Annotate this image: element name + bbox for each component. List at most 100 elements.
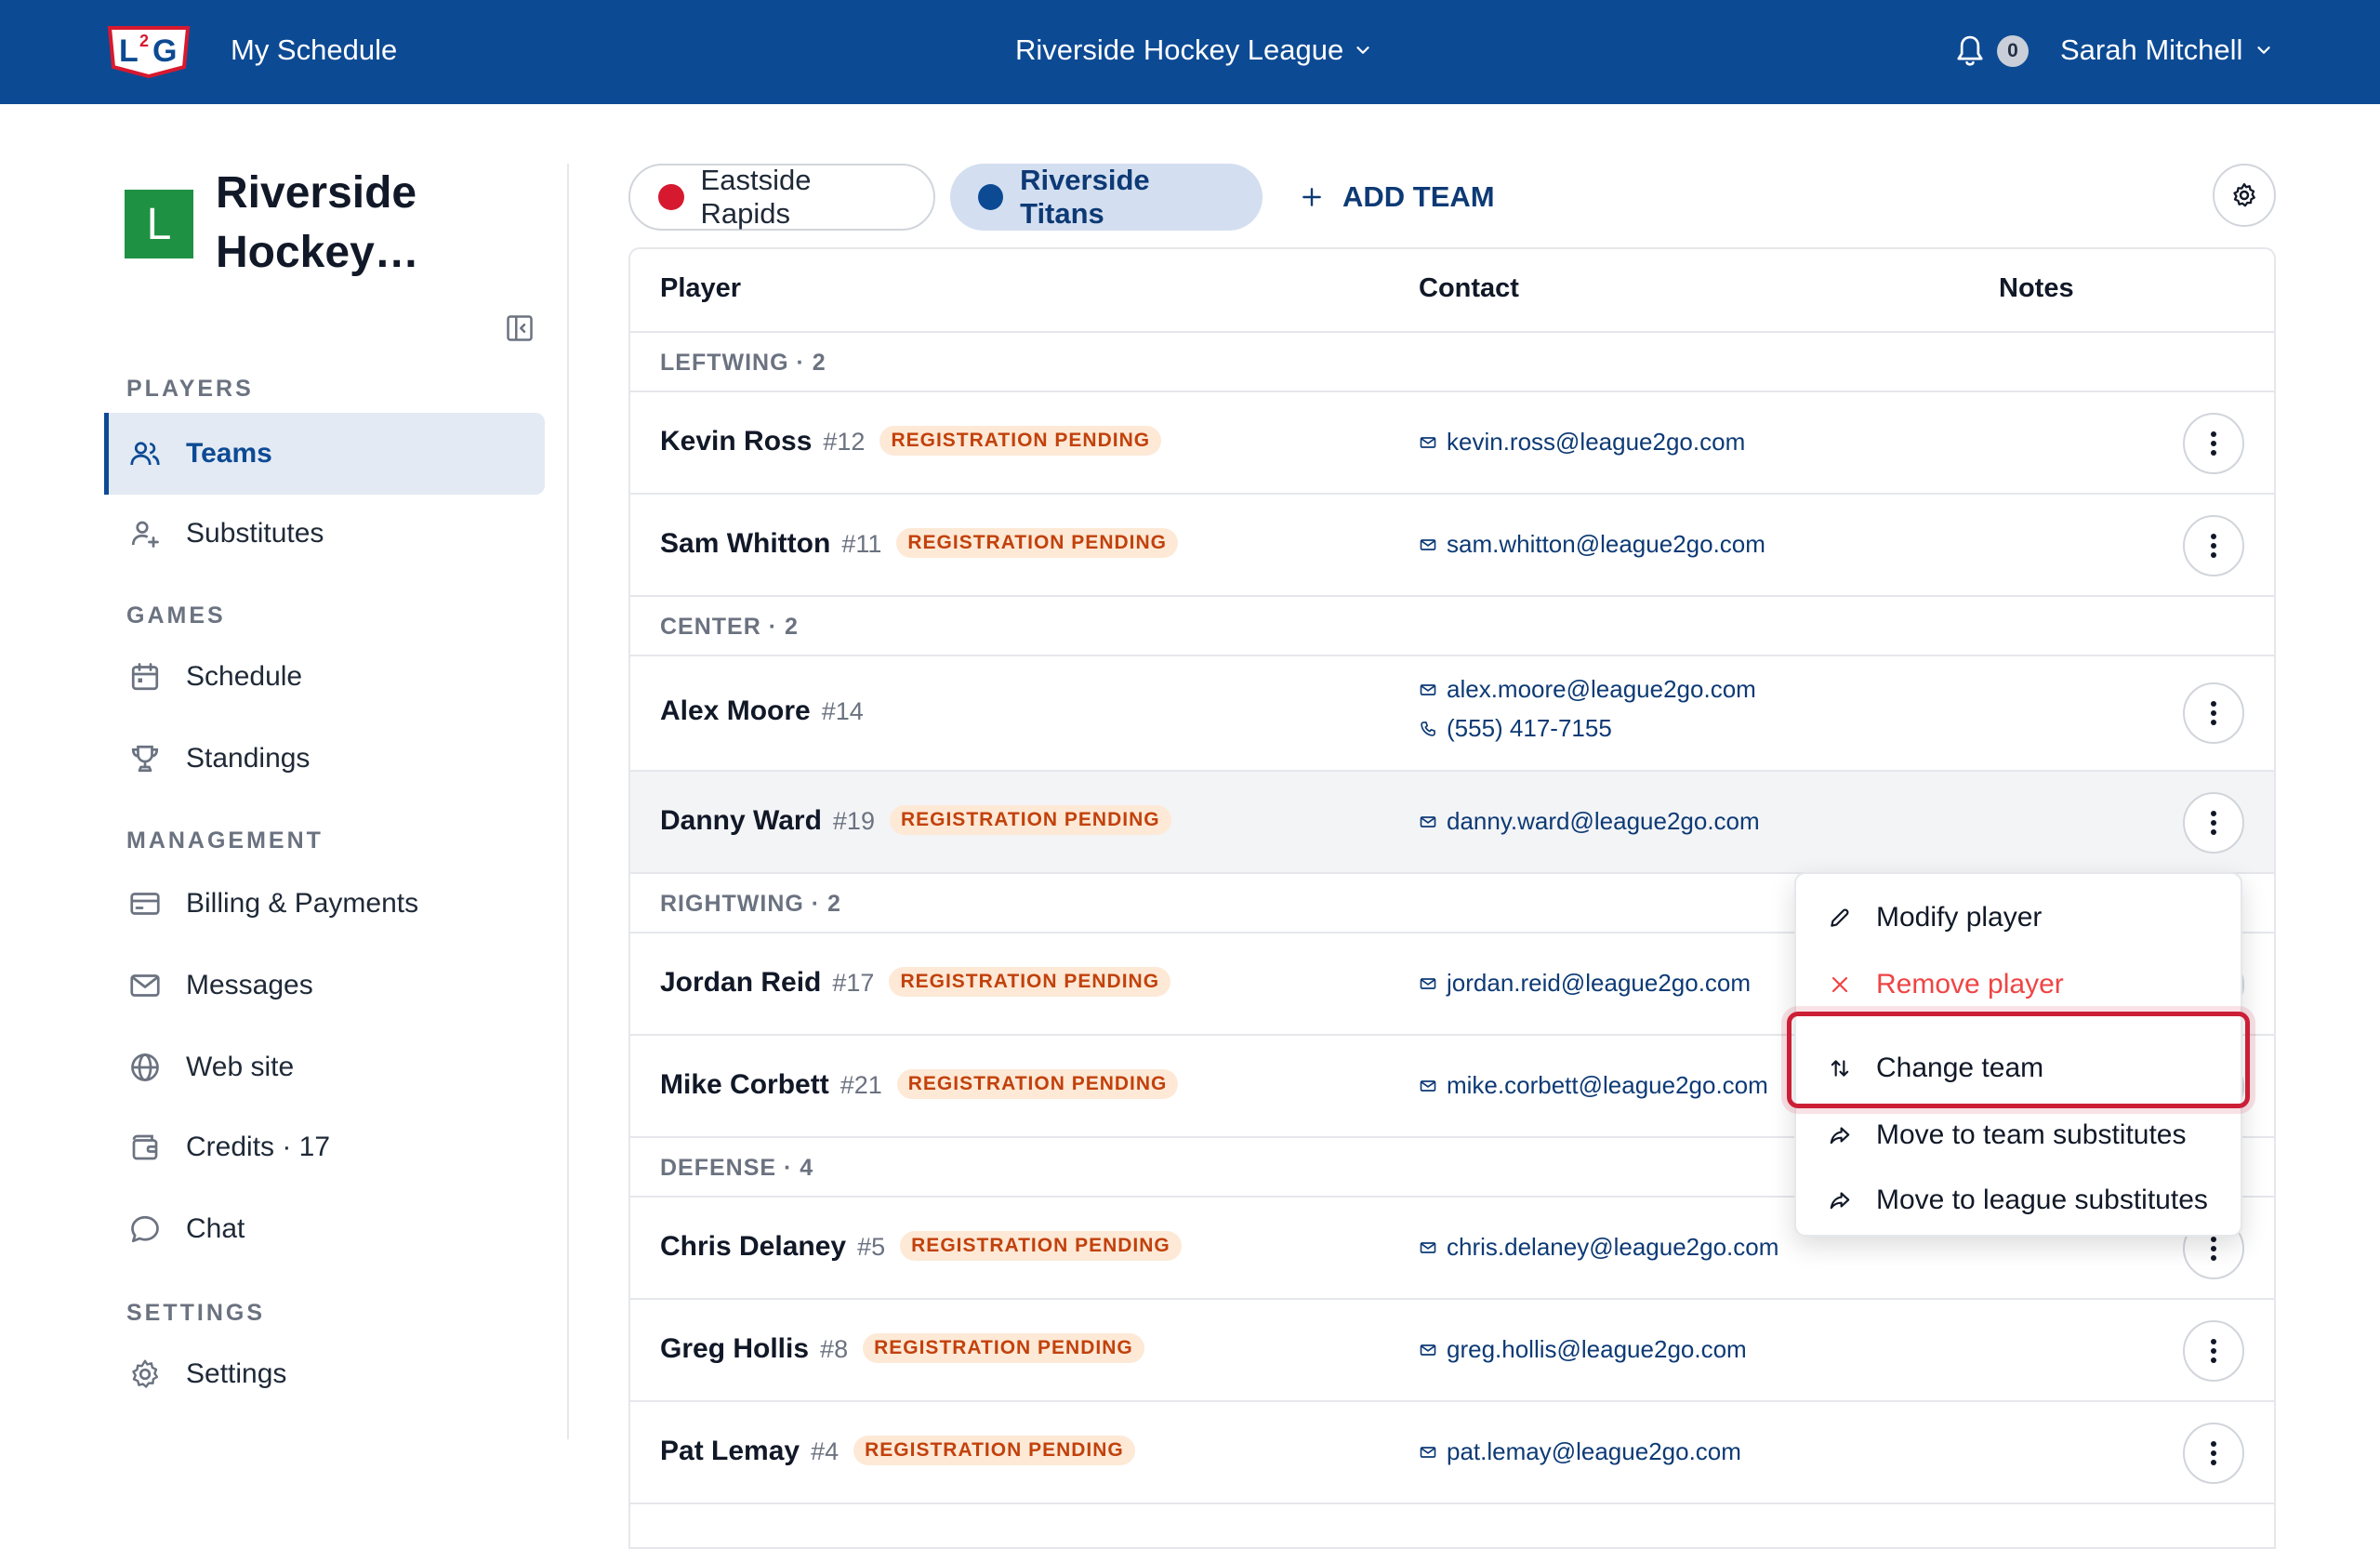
player-name-cell: Kevin Ross #12 REGISTRATION PENDING: [660, 426, 1162, 457]
table-row[interactable]: Danny Ward #19 REGISTRATION PENDING danny.…: [630, 772, 2274, 874]
player-name[interactable]: Alex Moore: [660, 695, 811, 726]
menu-item-modify-player[interactable]: Modify player: [1796, 887, 2241, 948]
league-selector[interactable]: Riverside Hockey League: [1015, 32, 1373, 69]
envelope-icon: [126, 967, 164, 1004]
phone-contact[interactable]: (555) 417-7155: [1419, 714, 1612, 743]
envelope-icon: [1420, 1446, 1436, 1458]
player-name[interactable]: Pat Lemay: [660, 1436, 800, 1466]
row-actions-button[interactable]: [2183, 792, 2244, 854]
top-navigation-bar: L 2 G My Schedule Riverside Hockey Leagu…: [0, 0, 2380, 104]
more-vertical-icon: [2211, 1237, 2216, 1261]
email-address[interactable]: kevin.ross@league2go.com: [1447, 428, 1745, 457]
email-address[interactable]: jordan.reid@league2go.com: [1447, 969, 1751, 998]
player-name[interactable]: Jordan Reid: [660, 967, 821, 998]
email-address[interactable]: sam.whitton@league2go.com: [1447, 530, 1765, 559]
email-contact[interactable]: chris.delaney@league2go.com: [1419, 1233, 1778, 1262]
more-vertical-icon: [2211, 811, 2216, 835]
more-vertical-icon: [2211, 534, 2216, 558]
sidebar-item-website[interactable]: Web site: [104, 1026, 545, 1108]
gear-icon: [126, 1356, 164, 1393]
close-icon: [1826, 971, 1854, 999]
jersey-number: #8: [820, 1335, 849, 1363]
menu-item-label: Modify player: [1876, 902, 2043, 933]
email-contact[interactable]: greg.hollis@league2go.com: [1419, 1335, 1747, 1364]
table-row[interactable]: Kevin Ross #12 REGISTRATION PENDING kevin.…: [630, 392, 2274, 495]
menu-item-label: Move to league substitutes: [1876, 1185, 2208, 1215]
menu-item-change-team[interactable]: Change team: [1796, 1038, 2241, 1099]
email-address[interactable]: chris.delaney@league2go.com: [1447, 1233, 1778, 1262]
sidebar-item-standings[interactable]: Standings: [104, 718, 545, 800]
plus-icon: [1302, 188, 1321, 206]
email-contact[interactable]: kevin.ross@league2go.com: [1419, 428, 1745, 457]
player-name[interactable]: Sam Whitton: [660, 528, 830, 559]
jersey-number: #14: [821, 697, 864, 725]
email-contact[interactable]: danny.ward@league2go.com: [1419, 807, 1760, 836]
more-vertical-icon: [2211, 431, 2216, 456]
envelope-icon: [1420, 683, 1436, 695]
sidebar-item-chat[interactable]: Chat: [104, 1188, 545, 1270]
league-selector-label: Riverside Hockey League: [1015, 33, 1344, 66]
globe-icon: [126, 1049, 164, 1086]
table-row[interactable]: Sam Whitton #11 REGISTRATION PENDING sam.w…: [630, 495, 2274, 597]
chevron-down-icon: [2257, 46, 2271, 54]
tab-riverside-titans[interactable]: Riverside Titans: [950, 164, 1263, 231]
add-team-button[interactable]: ADD TEAM: [1300, 177, 1495, 218]
sidebar-divider: [567, 164, 569, 1439]
chevron-down-icon: [1356, 46, 1369, 54]
email-contact[interactable]: sam.whitton@league2go.com: [1419, 530, 1765, 559]
row-actions-button[interactable]: [2183, 682, 2244, 744]
jersey-number: #5: [857, 1233, 886, 1261]
email-address[interactable]: alex.moore@league2go.com: [1447, 675, 1756, 704]
row-actions-button[interactable]: [2183, 1320, 2244, 1382]
player-name[interactable]: Kevin Ross: [660, 426, 812, 457]
row-actions-button[interactable]: [2183, 413, 2244, 474]
table-header: Player Contact Notes: [630, 249, 2274, 333]
tab-eastside-rapids[interactable]: Eastside Rapids: [628, 164, 935, 231]
player-name[interactable]: Mike Corbett: [660, 1069, 829, 1100]
table-row[interactable]: Pat Lemay #4 REGISTRATION PENDING pat.lema…: [630, 1402, 2274, 1504]
player-name-cell: Greg Hollis #8 REGISTRATION PENDING: [660, 1333, 1144, 1365]
sidebar-item-billing[interactable]: Billing & Payments: [104, 863, 545, 945]
email-address[interactable]: danny.ward@league2go.com: [1447, 807, 1760, 836]
more-vertical-icon: [2211, 701, 2216, 725]
row-actions-button[interactable]: [2183, 1423, 2244, 1484]
gear-icon: [2233, 183, 2255, 207]
phone-number[interactable]: (555) 417-7155: [1447, 714, 1612, 743]
user-menu[interactable]: Sarah Mitchell: [2060, 32, 2274, 69]
sidebar-item-label: Standings: [186, 743, 311, 774]
my-schedule-link[interactable]: My Schedule: [231, 32, 397, 69]
email-contact[interactable]: jordan.reid@league2go.com: [1419, 969, 1751, 998]
email-contact[interactable]: pat.lemay@league2go.com: [1419, 1437, 1741, 1466]
player-name[interactable]: Chris Delaney: [660, 1231, 846, 1262]
sidebar-item-substitutes[interactable]: Substitutes: [104, 493, 545, 575]
collapse-sidebar-icon[interactable]: [506, 314, 534, 342]
envelope-icon: [1420, 1241, 1436, 1253]
player-name-cell: Danny Ward #19 REGISTRATION PENDING: [660, 805, 1171, 837]
menu-item-move-league-substitutes[interactable]: Move to league substitutes: [1796, 1170, 2241, 1231]
table-row[interactable]: Greg Hollis #8 REGISTRATION PENDING greg.h…: [630, 1300, 2274, 1402]
user-plus-icon: [126, 515, 164, 552]
sidebar-item-messages[interactable]: Messages: [104, 945, 545, 1026]
email-address[interactable]: mike.corbett@league2go.com: [1447, 1071, 1768, 1100]
email-contact[interactable]: mike.corbett@league2go.com: [1419, 1071, 1768, 1100]
player-name[interactable]: Greg Hollis: [660, 1333, 809, 1364]
sidebar-item-settings[interactable]: Settings: [104, 1333, 545, 1415]
menu-item-move-team-substitutes[interactable]: Move to team substitutes: [1796, 1105, 2241, 1166]
share-arrow-icon: [1826, 1121, 1854, 1149]
bell-icon[interactable]: [1954, 33, 1986, 69]
player-name[interactable]: Danny Ward: [660, 805, 822, 836]
organization-logo: L: [125, 190, 193, 258]
menu-item-remove-player[interactable]: Remove player: [1796, 954, 2241, 1015]
sidebar-item-schedule[interactable]: Schedule: [104, 636, 545, 718]
jersey-number: #19: [832, 807, 875, 835]
table-row[interactable]: Alex Moore #14 alex.moore@league2go.com (…: [630, 656, 2274, 772]
email-contact[interactable]: alex.moore@league2go.com: [1419, 675, 1756, 704]
row-actions-button[interactable]: [2183, 515, 2244, 576]
email-address[interactable]: pat.lemay@league2go.com: [1447, 1437, 1741, 1466]
email-address[interactable]: greg.hollis@league2go.com: [1447, 1335, 1747, 1364]
team-settings-button[interactable]: [2213, 164, 2276, 227]
sidebar-item-teams[interactable]: Teams: [104, 413, 545, 495]
notification-count-badge: 0: [1997, 35, 2029, 67]
league2go-logo[interactable]: L 2 G: [104, 19, 193, 82]
sidebar-item-credits[interactable]: Credits · 17: [104, 1106, 545, 1188]
